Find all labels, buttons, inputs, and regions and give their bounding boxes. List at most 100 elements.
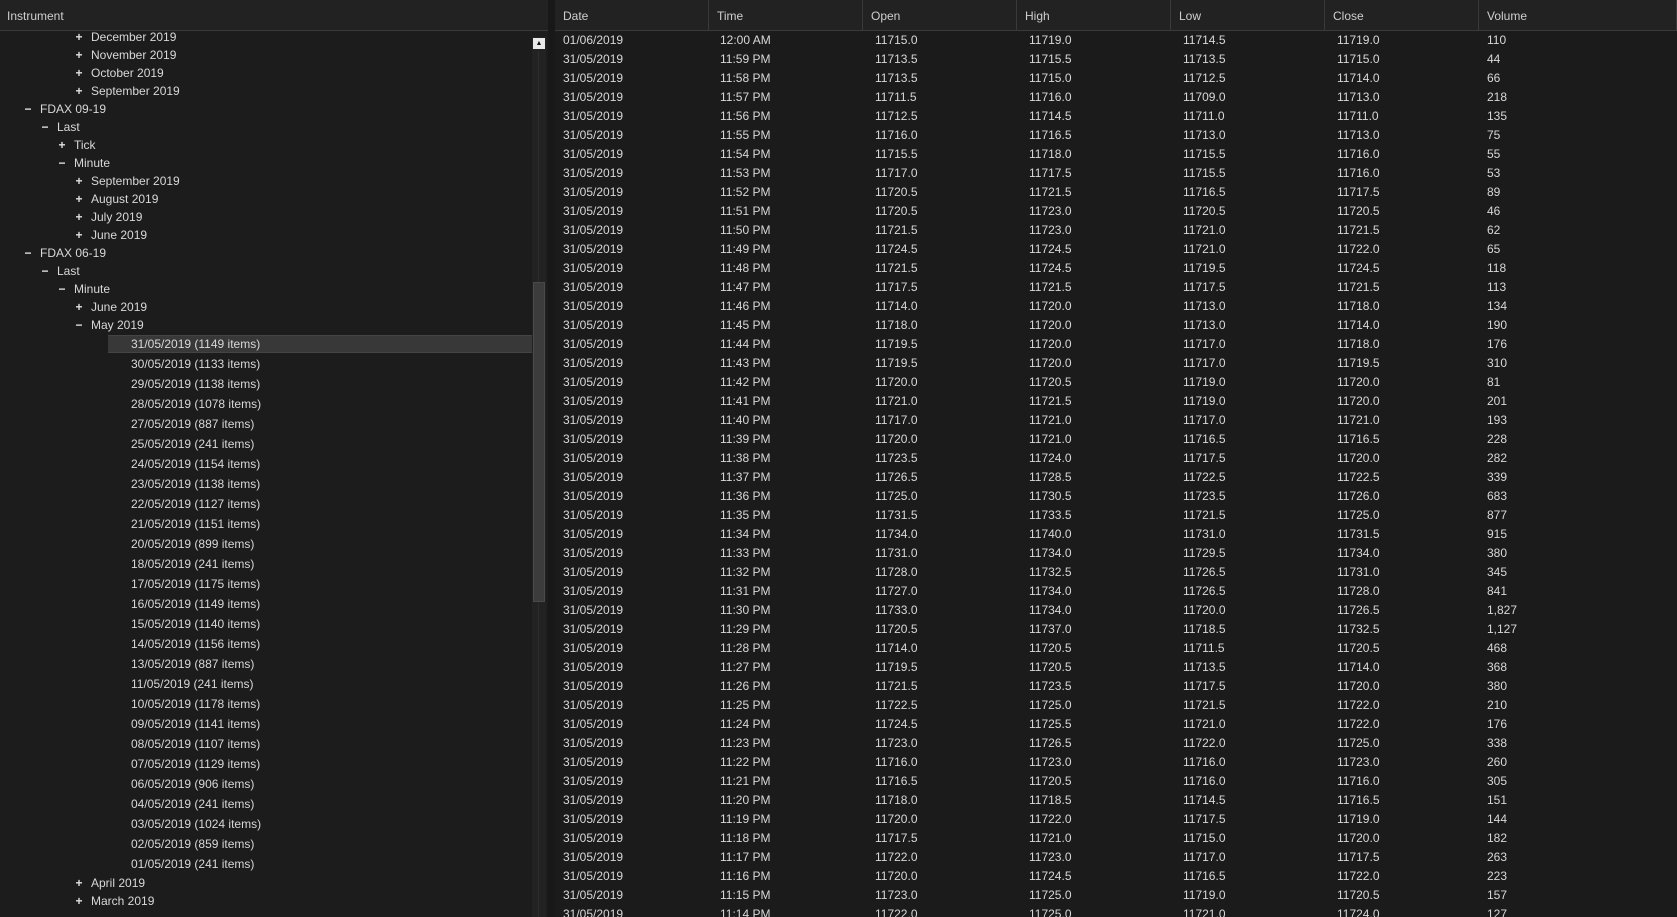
column-header-low[interactable]: Low [1171,0,1325,30]
expand-icon[interactable]: + [73,190,85,208]
tree-node[interactable]: − FDAX 09-19 [0,100,532,118]
tree-node[interactable]: − FDAX 06-19 [0,244,532,262]
table-row[interactable]: 31/05/2019 11:17 PM 11722.0 11723.0 11717.0 1… [555,848,1677,867]
column-header-time[interactable]: Time [709,0,863,30]
table-row[interactable]: 31/05/2019 11:36 PM 11725.0 11730.5 11723.5 1… [555,487,1677,506]
tree-day-item[interactable]: 22/05/2019 (1127 items) [0,494,532,514]
expand-icon[interactable]: + [73,874,85,892]
table-row[interactable]: 31/05/2019 11:55 PM 11716.0 11716.5 11713.0 1… [555,126,1677,145]
table-row[interactable]: 31/05/2019 11:38 PM 11723.5 11724.0 11717.5 1… [555,449,1677,468]
tree-day-item[interactable]: 21/05/2019 (1151 items) [0,514,532,534]
table-row[interactable]: 31/05/2019 11:51 PM 11720.5 11723.0 11720.5 1… [555,202,1677,221]
column-header-open[interactable]: Open [863,0,1017,30]
expand-icon[interactable]: + [73,208,85,226]
tree-day-item[interactable]: 03/05/2019 (1024 items) [0,814,532,834]
table-row[interactable]: 31/05/2019 11:16 PM 11720.0 11724.5 11716.5 1… [555,867,1677,886]
table-row[interactable]: 31/05/2019 11:27 PM 11719.5 11720.5 11713.5 1… [555,658,1677,677]
tree-node[interactable]: + March 2019 [0,892,532,910]
table-row[interactable]: 01/06/2019 12:00 AM 11715.0 11719.0 11714.5 1… [555,31,1677,50]
table-row[interactable]: 31/05/2019 11:20 PM 11718.0 11718.5 11714.5 1… [555,791,1677,810]
table-row[interactable]: 31/05/2019 11:15 PM 11723.0 11725.0 11719.0 1… [555,886,1677,905]
table-row[interactable]: 31/05/2019 11:59 PM 11713.5 11715.5 11713.5 1… [555,50,1677,69]
tree-node[interactable]: + December 2019 [0,31,532,46]
table-row[interactable]: 31/05/2019 11:18 PM 11717.5 11721.0 11715.0 1… [555,829,1677,848]
expand-icon[interactable]: + [73,172,85,190]
table-row[interactable]: 31/05/2019 11:22 PM 11716.0 11723.0 11716.0 1… [555,753,1677,772]
table-row[interactable]: 31/05/2019 11:40 PM 11717.0 11721.0 11717.0 1… [555,411,1677,430]
tree-day-item[interactable]: 13/05/2019 (887 items) [0,654,532,674]
tree-day-item[interactable]: 30/05/2019 (1133 items) [0,354,532,374]
tree-node[interactable]: + June 2019 [0,298,532,316]
tree-node[interactable]: + June 2019 [0,226,532,244]
tree-day-item[interactable]: 04/05/2019 (241 items) [0,794,532,814]
collapse-icon[interactable]: − [39,118,51,136]
table-row[interactable]: 31/05/2019 11:43 PM 11719.5 11720.0 11717.0 1… [555,354,1677,373]
table-row[interactable]: 31/05/2019 11:23 PM 11723.0 11726.5 11722.0 1… [555,734,1677,753]
tree-node[interactable]: + Tick [0,136,532,154]
tree-node[interactable]: + April 2019 [0,874,532,892]
expand-icon[interactable]: + [73,226,85,244]
collapse-icon[interactable]: − [73,316,85,334]
table-row[interactable]: 31/05/2019 11:57 PM 11711.5 11716.0 11709.0 1… [555,88,1677,107]
expand-icon[interactable]: + [73,82,85,100]
collapse-icon[interactable]: − [22,244,34,262]
tree-day-item[interactable]: 31/05/2019 (1149 items) [0,334,532,354]
expand-icon[interactable]: + [73,31,85,43]
table-row[interactable]: 31/05/2019 11:52 PM 11720.5 11721.5 11716.5 1… [555,183,1677,202]
tree-node[interactable]: + July 2019 [0,208,532,226]
expand-icon[interactable]: + [56,136,68,154]
table-row[interactable]: 31/05/2019 11:54 PM 11715.5 11718.0 11715.5 1… [555,145,1677,164]
table-row[interactable]: 31/05/2019 11:37 PM 11726.5 11728.5 11722.5 1… [555,468,1677,487]
tree-day-item[interactable]: 10/05/2019 (1178 items) [0,694,532,714]
column-header-high[interactable]: High [1017,0,1171,30]
table-row[interactable]: 31/05/2019 11:47 PM 11717.5 11721.5 11717.5 1… [555,278,1677,297]
table-row[interactable]: 31/05/2019 11:35 PM 11731.5 11733.5 11721.5 1… [555,506,1677,525]
tree-node[interactable]: − Last [0,118,532,136]
tree-day-item[interactable]: 02/05/2019 (859 items) [0,834,532,854]
expand-icon[interactable]: + [73,64,85,82]
table-row[interactable]: 31/05/2019 11:44 PM 11719.5 11720.0 11717.0 1… [555,335,1677,354]
table-row[interactable]: 31/05/2019 11:14 PM 11722.0 11725.0 11721.0 1… [555,905,1677,917]
table-row[interactable]: 31/05/2019 11:19 PM 11720.0 11722.0 11717.5 1… [555,810,1677,829]
tree-node[interactable]: − May 2019 [0,316,532,334]
table-row[interactable]: 31/05/2019 11:45 PM 11718.0 11720.0 11713.0 1… [555,316,1677,335]
tree-day-item[interactable]: 27/05/2019 (887 items) [0,414,532,434]
table-row[interactable]: 31/05/2019 11:32 PM 11728.0 11732.5 11726.5 1… [555,563,1677,582]
collapse-icon[interactable]: − [22,100,34,118]
collapse-icon[interactable]: − [56,280,68,298]
table-row[interactable]: 31/05/2019 11:39 PM 11720.0 11721.0 11716.5 1… [555,430,1677,449]
tree-day-item[interactable]: 01/05/2019 (241 items) [0,854,532,874]
tree-node[interactable]: + October 2019 [0,64,532,82]
collapse-icon[interactable]: − [39,262,51,280]
tree-day-item[interactable]: 17/05/2019 (1175 items) [0,574,532,594]
tree-scrollbar[interactable]: ▲ [532,37,546,917]
tree-day-item[interactable]: 20/05/2019 (899 items) [0,534,532,554]
column-header-date[interactable]: Date [555,0,709,30]
tree-day-item[interactable]: 09/05/2019 (1141 items) [0,714,532,734]
table-row[interactable]: 31/05/2019 11:56 PM 11712.5 11714.5 11711.0 1… [555,107,1677,126]
table-row[interactable]: 31/05/2019 11:50 PM 11721.5 11723.0 11721.0 1… [555,221,1677,240]
table-row[interactable]: 31/05/2019 11:21 PM 11716.5 11720.5 11716.0 1… [555,772,1677,791]
tree-node[interactable]: − Minute [0,154,532,172]
table-row[interactable]: 31/05/2019 11:25 PM 11722.5 11725.0 11721.5 1… [555,696,1677,715]
tree-node[interactable]: + September 2019 [0,172,532,190]
table-row[interactable]: 31/05/2019 11:31 PM 11727.0 11734.0 11726.5 1… [555,582,1677,601]
table-row[interactable]: 31/05/2019 11:41 PM 11721.0 11721.5 11719.0 1… [555,392,1677,411]
collapse-icon[interactable]: − [56,154,68,172]
table-row[interactable]: 31/05/2019 11:42 PM 11720.0 11720.5 11719.0 1… [555,373,1677,392]
panel-splitter[interactable] [548,0,555,917]
column-header-volume[interactable]: Volume [1479,0,1677,30]
column-header-close[interactable]: Close [1325,0,1479,30]
table-row[interactable]: 31/05/2019 11:49 PM 11724.5 11724.5 11721.0 1… [555,240,1677,259]
expand-icon[interactable]: + [73,46,85,64]
tree-day-item[interactable]: 25/05/2019 (241 items) [0,434,532,454]
table-row[interactable]: 31/05/2019 11:29 PM 11720.5 11737.0 11718.5 1… [555,620,1677,639]
table-row[interactable]: 31/05/2019 11:53 PM 11717.0 11717.5 11715.5 1… [555,164,1677,183]
tree-node[interactable]: + September 2019 [0,82,532,100]
tree-node[interactable]: + November 2019 [0,46,532,64]
scrollbar-thumb[interactable] [533,282,545,602]
scroll-up-arrow-icon[interactable]: ▲ [533,38,545,49]
tree-day-item[interactable]: 23/05/2019 (1138 items) [0,474,532,494]
tree-node[interactable]: − Last [0,262,532,280]
expand-icon[interactable]: + [73,892,85,910]
